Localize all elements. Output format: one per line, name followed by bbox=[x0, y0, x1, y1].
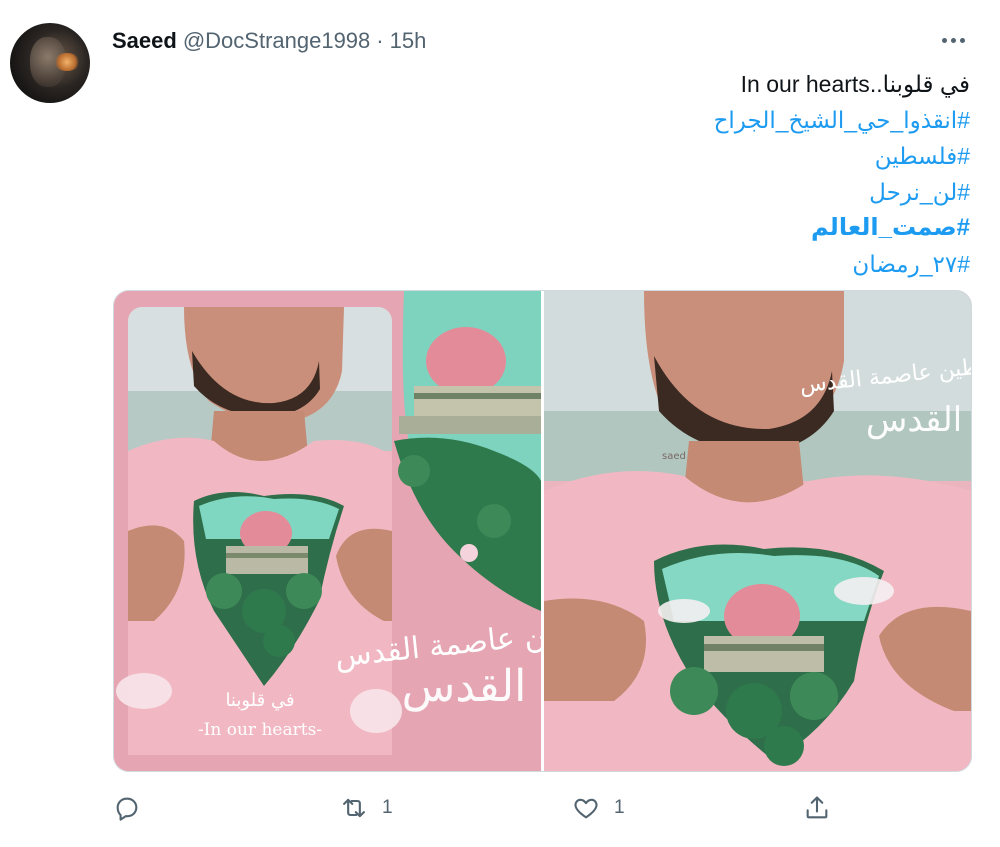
author-handle[interactable]: @DocStrange1998 bbox=[183, 28, 370, 54]
hashtag-link[interactable]: #انقذوا_حي_الشيخ_الجراح bbox=[270, 102, 970, 138]
hashtag-link[interactable]: #فلسطين bbox=[270, 138, 970, 174]
hashtag-link[interactable]: #لن_نرحل bbox=[270, 174, 970, 210]
like-button[interactable]: 1 bbox=[572, 794, 625, 822]
tweet-text-line: في قلوبنا..In our hearts bbox=[740, 71, 970, 97]
hashtag-link[interactable]: #٢٧_رمضان bbox=[270, 246, 970, 282]
tweet-time[interactable]: 15h bbox=[390, 28, 427, 54]
separator-dot: · bbox=[376, 28, 384, 53]
retweet-count: 1 bbox=[382, 797, 393, 818]
more-dot bbox=[941, 37, 947, 43]
svg-text:القدس: القدس bbox=[402, 661, 527, 712]
more-options-icon[interactable] bbox=[938, 28, 968, 52]
hashtag-link[interactable]: #صمت_العالم bbox=[270, 210, 970, 246]
left-caption-en: -In our hearts- bbox=[198, 720, 322, 740]
share-button[interactable] bbox=[803, 794, 831, 822]
media-image-right[interactable]: saed فلسطين عاصمة القدس القدس bbox=[544, 291, 971, 771]
avatar[interactable] bbox=[10, 23, 90, 103]
reply-icon bbox=[116, 797, 138, 821]
share-icon bbox=[806, 796, 828, 819]
tweet-text: في قلوبنا..In our hearts #انقذوا_حي_الشي… bbox=[270, 66, 970, 282]
retweet-icon bbox=[343, 798, 365, 818]
avatar-glow bbox=[54, 53, 80, 71]
heart-icon bbox=[574, 798, 598, 819]
watermark: saed bbox=[662, 451, 686, 462]
tweet-actions: 1 1 bbox=[0, 790, 1000, 830]
left-artwork: في قلوبنا -In our hearts- فلسطين عاصمة ا… bbox=[114, 291, 541, 771]
more-dot bbox=[950, 37, 956, 43]
media-image-left[interactable]: في قلوبنا -In our hearts- فلسطين عاصمة ا… bbox=[114, 291, 541, 771]
left-caption-ar: في قلوبنا bbox=[225, 690, 294, 711]
tweet-card[interactable]: Saeed @DocStrange1998 · 15h في قلوبنا..I… bbox=[0, 0, 1000, 847]
svg-text:القدس: القدس bbox=[866, 400, 962, 440]
more-dot bbox=[959, 37, 965, 43]
tweet-header: Saeed @DocStrange1998 · 15h bbox=[112, 28, 426, 56]
tweet-media[interactable]: في قلوبنا -In our hearts- فلسطين عاصمة ا… bbox=[113, 290, 972, 772]
right-artwork: saed فلسطين عاصمة القدس القدس bbox=[544, 291, 971, 771]
like-count: 1 bbox=[614, 797, 625, 818]
reply-button[interactable] bbox=[113, 794, 141, 822]
retweet-button[interactable]: 1 bbox=[340, 794, 393, 822]
author-name[interactable]: Saeed bbox=[112, 28, 177, 54]
